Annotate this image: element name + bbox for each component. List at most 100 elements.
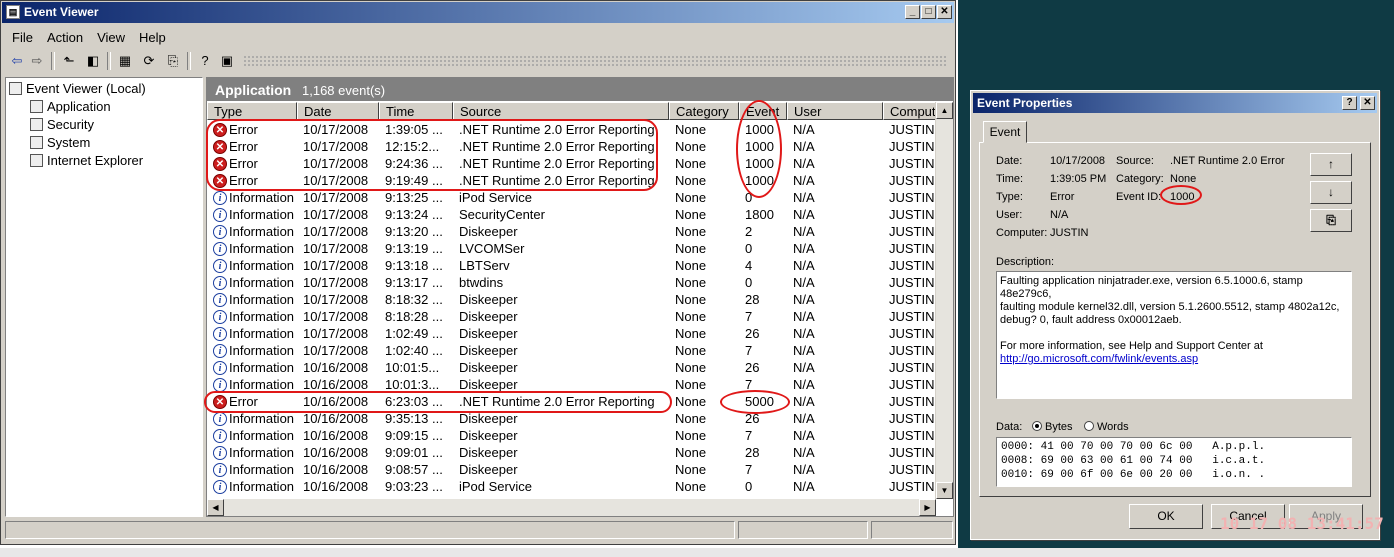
toolbar-separator [51, 52, 55, 70]
column-header-computer[interactable]: Computer [883, 102, 937, 120]
cell-category: None [675, 394, 707, 409]
event-row[interactable]: i Information 10/16/2008 9:03:23 ... iPod Se… [207, 478, 937, 495]
words-radio[interactable]: Words [1084, 421, 1129, 433]
column-header-user[interactable]: User [787, 102, 883, 120]
menu-action[interactable]: Action [40, 27, 90, 48]
up-icon[interactable]: ⬑ [59, 51, 79, 71]
forward-icon[interactable]: ⇨ [27, 51, 47, 71]
title-bar[interactable]: ▤ Event Viewer _ □ ✕ [2, 2, 954, 23]
cell-time: 9:09:01 ... [385, 445, 443, 460]
description-box[interactable]: Faulting application ninjatrader.exe, ve… [996, 271, 1352, 399]
cell-category: None [675, 309, 707, 324]
event-row[interactable]: i Information 10/16/2008 9:09:01 ... Diskeep… [207, 444, 937, 461]
event-row[interactable]: i Information 10/16/2008 9:08:57 ... Diskeep… [207, 461, 937, 478]
menu-help[interactable]: Help [132, 27, 173, 48]
event-row[interactable]: i Information 10/17/2008 8:18:28 ... Diskeep… [207, 308, 937, 325]
event-row[interactable]: i Information 10/17/2008 8:18:32 ... Diskeep… [207, 291, 937, 308]
cell-computer: JUSTIN [889, 360, 935, 375]
tree-item-label: Event Viewer (Local) [26, 81, 146, 96]
cell-date: 10/16/2008 [303, 428, 369, 443]
column-header-event[interactable]: Event [739, 102, 787, 120]
event-row[interactable]: i Information 10/17/2008 9:13:19 ... LVCOMSe… [207, 240, 937, 257]
help-link[interactable]: http://go.microsoft.com/fwlink/events.as… [1000, 353, 1348, 366]
cell-user: N/A [793, 326, 815, 341]
tree-item-label: System [47, 135, 91, 150]
refresh-icon[interactable]: ⟳ [139, 51, 159, 71]
event-row[interactable]: i Information 10/17/2008 9:13:25 ... iPod Se… [207, 189, 937, 206]
column-header-type[interactable]: Type [207, 102, 297, 120]
log-icon [30, 118, 43, 131]
minimize-button[interactable]: _ [905, 5, 920, 19]
horizontal-scrollbar[interactable]: ◀ ▶ [207, 499, 936, 516]
event-row[interactable]: i Information 10/16/2008 9:09:15 ... Diskeep… [207, 427, 937, 444]
cell-date: 10/16/2008 [303, 411, 369, 426]
description-line [1000, 327, 1348, 340]
cell-type: Information [229, 428, 295, 443]
error-icon: ✕ [213, 140, 227, 154]
scroll-down-icon[interactable]: ▼ [936, 482, 953, 499]
event-row[interactable]: i Information 10/16/2008 10:01:5... Diskeepe… [207, 359, 937, 376]
help-icon[interactable]: ? [195, 51, 215, 71]
event-row[interactable]: i Information 10/17/2008 9:13:24 ... Securit… [207, 206, 937, 223]
vertical-scrollbar[interactable]: ▲ ▼ [935, 102, 953, 499]
close-button[interactable]: ✕ [937, 5, 952, 19]
column-header-date[interactable]: Date [297, 102, 379, 120]
event-row[interactable]: i Information 10/16/2008 9:35:13 ... Diskeep… [207, 410, 937, 427]
help-button[interactable]: ? [1342, 96, 1357, 110]
maximize-button[interactable]: □ [921, 5, 936, 19]
scroll-left-icon[interactable]: ◀ [207, 499, 224, 516]
bytes-radio[interactable]: Bytes [1032, 421, 1073, 433]
back-icon[interactable]: ⇦ [7, 51, 27, 71]
export-icon[interactable]: ⎘ [163, 51, 183, 71]
show-hide-tree-icon[interactable]: ◧ [83, 51, 103, 71]
cell-event: 1800 [745, 207, 774, 222]
dialog-title-bar[interactable]: Event Properties ? ✕ [973, 93, 1377, 113]
cell-computer: JUSTIN [889, 309, 935, 324]
scroll-up-icon[interactable]: ▲ [936, 102, 953, 119]
event-row[interactable]: ✕ Error 10/17/2008 12:15:2... .NET Runtime 2… [207, 138, 937, 155]
tree-item-system[interactable]: System [30, 135, 90, 150]
cell-date: 10/17/2008 [303, 309, 369, 324]
ok-button[interactable]: OK [1129, 504, 1203, 529]
cell-event: 26 [745, 326, 760, 341]
event-row[interactable]: i Information 10/17/2008 1:02:49 ... Diskeep… [207, 325, 937, 342]
data-box[interactable]: 0000: 41 00 70 00 70 00 6c 00 A.p.p.l. 00… [996, 437, 1352, 487]
tree-item-application[interactable]: Application [30, 99, 111, 114]
event-row[interactable]: i Information 10/17/2008 9:13:18 ... LBTServ… [207, 257, 937, 274]
menu-view[interactable]: View [90, 27, 132, 48]
tab-event[interactable]: Event [983, 121, 1027, 143]
column-header-source[interactable]: Source [453, 102, 669, 120]
event-row[interactable]: i Information 10/17/2008 1:02:40 ... Diskeep… [207, 342, 937, 359]
next-event-button[interactable]: ↓ [1310, 181, 1352, 204]
description-line: For more information, see Help and Suppo… [1000, 340, 1263, 352]
event-row[interactable]: i Information 10/17/2008 9:13:20 ... Diskeep… [207, 223, 937, 240]
console-icon[interactable]: ▣ [217, 51, 237, 71]
tree-item-security[interactable]: Security [30, 117, 94, 132]
scroll-right-icon[interactable]: ▶ [919, 499, 936, 516]
cell-date: 10/17/2008 [303, 241, 369, 256]
event-row[interactable]: i Information 10/17/2008 9:13:17 ... btwdins… [207, 274, 937, 291]
copy-button[interactable]: ⎘ [1310, 209, 1352, 232]
event-row[interactable]: i Information 10/16/2008 10:01:3... Diskeepe… [207, 376, 937, 393]
cell-user: N/A [793, 207, 815, 222]
menu-file[interactable]: File [5, 27, 40, 48]
dialog-close-button[interactable]: ✕ [1360, 96, 1375, 110]
event-row[interactable]: ✕ Error 10/16/2008 6:23:03 ... .NET Runtime … [207, 393, 937, 410]
radio-selected-icon [1032, 421, 1042, 431]
cell-type: Information [229, 309, 295, 324]
cell-date: 10/17/2008 [303, 156, 369, 171]
event-row[interactable]: ✕ Error 10/17/2008 9:19:49 ... .NET Runtime … [207, 172, 937, 189]
event-row[interactable]: ✕ Error 10/17/2008 1:39:05 ... .NET Runtime … [207, 121, 937, 138]
cell-category: None [675, 428, 707, 443]
cell-category: None [675, 275, 707, 290]
column-header-category[interactable]: Category [669, 102, 739, 120]
category-label: Category: [1116, 173, 1164, 185]
column-header-time[interactable]: Time [379, 102, 453, 120]
cell-computer: JUSTIN [889, 139, 935, 154]
tree-item-root[interactable]: Event Viewer (Local) [9, 81, 146, 96]
properties-icon[interactable]: ▦ [115, 51, 135, 71]
tree-item-internet-explorer[interactable]: Internet Explorer [30, 153, 143, 168]
cell-source: Diskeeper [459, 343, 518, 358]
event-row[interactable]: ✕ Error 10/17/2008 9:24:36 ... .NET Runtime … [207, 155, 937, 172]
previous-event-button[interactable]: ↑ [1310, 153, 1352, 176]
